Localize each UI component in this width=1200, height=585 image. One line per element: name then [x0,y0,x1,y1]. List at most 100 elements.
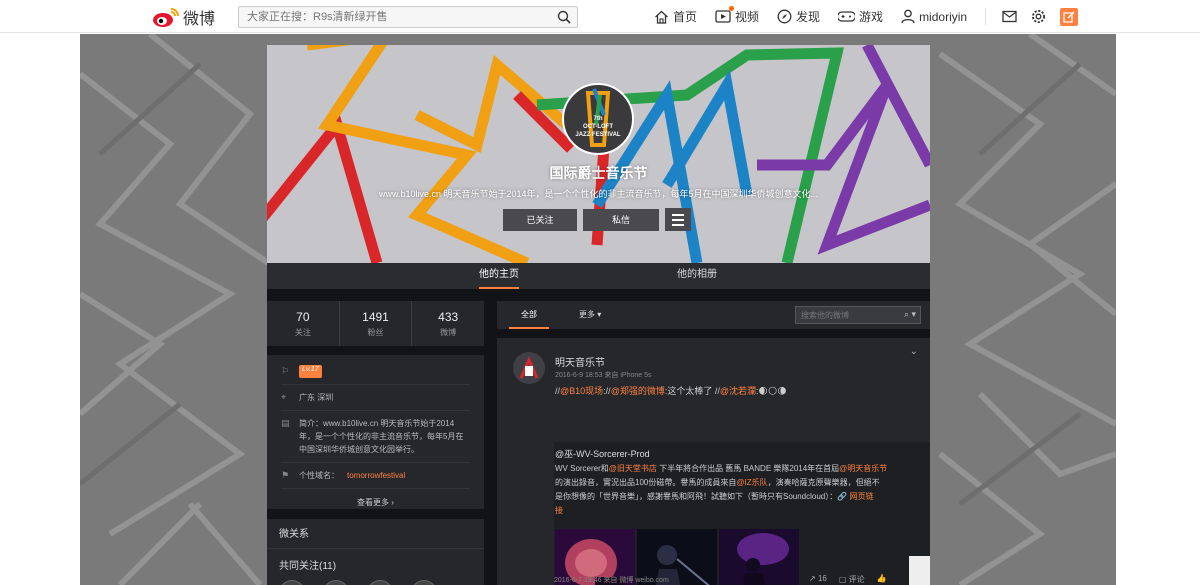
mention-link[interactable]: @IZ乐队 [736,478,767,487]
domain-label: 个性域名： [299,471,339,480]
compose-button[interactable] [1060,7,1079,26]
mention-link[interactable]: @沈若瀾 [720,386,756,396]
domain-link[interactable]: tomorrowfestival [347,469,405,482]
profile-avatar[interactable]: 7th OCT-LOFT JAZZ FESTIVAL [562,83,634,155]
repost-action[interactable]: ↗ 16 [809,574,827,585]
feed-tabs: 全部 更多 ▾ ⌕ ▾ [497,301,930,329]
info-panel: ⚐ Lv.17 ⌖ 广东 深圳 ▤ 简介：www.b10live.cn 明天音乐… [267,355,484,509]
video-icon [715,10,731,23]
nav-game[interactable]: 游戏 [838,8,883,25]
web-link[interactable]: 接 [555,506,563,515]
avatar[interactable] [367,580,393,585]
tab-all[interactable]: 全部 [509,301,549,329]
hamburger-icon [672,223,684,226]
post-meta: 2016-6-9 18:53 来自 iPhone 5s [555,372,652,379]
nav-home-label: 首页 [673,10,698,24]
chevron-down-icon[interactable]: ⌄ [910,346,918,357]
nav-discover[interactable]: 发现 [777,8,820,25]
top-nav: 微博 首页 视频 发现 游戏 midoriyin [0,0,1200,33]
logo-text: 微博 [183,9,216,28]
level-badge[interactable]: Lv.17 [299,365,322,378]
search-input[interactable] [239,7,539,27]
repost-footer: 2016-6-7 19:46 来自 微博 weibo.com [554,577,669,584]
messages-button[interactable] [1002,10,1017,23]
intro-label: 简介： [299,419,323,428]
comment-label: 评论 [848,575,865,584]
tab-albums[interactable]: 他的相册 [677,263,717,289]
weibo-logo[interactable]: 微博 [152,5,215,29]
search-icon[interactable]: ⌕ ▾ [904,309,916,320]
stat-following[interactable]: 70 关注 [267,301,340,346]
location-row: ⌖ 广东 深圳 [281,391,470,411]
feed-search-input[interactable] [796,307,896,324]
menu-button[interactable] [665,208,691,231]
post-actions: ↗ 16 ▢ 评论 👍 [809,574,887,585]
tab-home[interactable]: 他的主页 [479,263,519,289]
relations-panel: 微关系 共同关注(11) [267,519,484,585]
thumbs-up-icon: 👍 [876,574,887,583]
see-more-link[interactable]: 查看更多 › [281,495,470,508]
followed-button[interactable]: 已关注 [503,209,577,231]
notification-dot [729,6,735,11]
mail-icon [1002,10,1017,23]
feed-post: 明天音乐节 2016-6-9 18:53 来自 iPhone 5s ⌄ //@B… [497,338,930,585]
nav-user[interactable]: midoriyin [901,9,967,24]
like-action[interactable]: 👍 [877,574,887,585]
relations-title: 微关系 [279,529,309,540]
tag-icon: ⚑ [281,470,290,480]
avatar[interactable] [411,580,437,585]
divider [267,548,484,549]
profile-description: www.b10live.cn 明天音乐节始于2014年，是一个个性化的非主流音乐… [378,189,819,199]
domain-row: ⚑ 个性域名： tomorrowfestival [281,469,470,489]
intro-row: ▤ 简介：www.b10live.cn 明天音乐节始于2014年，是一个个性化的… [281,417,470,463]
hamburger-icon [672,218,684,221]
gamepad-icon [838,11,856,22]
comment-icon: ▢ [838,575,847,584]
mention-link[interactable]: @旧天堂书店 [609,464,657,473]
message-button[interactable]: 私信 [583,209,659,231]
nav-items: 首页 视频 发现 游戏 midoriyin [654,0,1079,33]
repost-author[interactable]: @巫-WV-Sorcerer-Prod [555,447,650,460]
nav-user-label: midoriyin [919,9,968,24]
tab-more[interactable]: 更多 ▾ [579,301,601,329]
mention-link[interactable]: @B10现场 [560,386,603,396]
hamburger-icon [672,213,684,216]
post-avatar[interactable] [513,352,545,384]
share-icon: ↗ [809,574,816,583]
avatar-text-line: 7th [593,116,603,122]
post-author[interactable]: 明天音乐节 [555,354,605,369]
nav-divider [985,8,987,25]
comment-action[interactable]: ▢ 评论 [839,574,865,585]
stat-label: 微博 [440,328,457,337]
search-box[interactable] [238,6,578,28]
level-row: ⚐ Lv.17 [281,365,470,385]
nav-home[interactable]: 首页 [654,8,697,25]
bookmark-icon: ⚐ [281,366,290,376]
common-follow-link[interactable]: 共同关注(11) [279,557,472,572]
home-icon [655,10,668,24]
feed-search[interactable]: ⌕ ▾ [795,306,921,324]
feed-column: 全部 更多 ▾ ⌕ ▾ 明天音乐节 2016-6-9 18:53 来自 iPho… [497,301,930,585]
nav-video-label: 视频 [735,10,760,24]
compass-icon [777,9,792,24]
stat-posts[interactable]: 433 微博 [412,301,484,346]
profile-tabs: 他的主页 他的相册 [267,263,930,289]
settings-button[interactable] [1031,9,1046,24]
mention-link[interactable]: @明天音乐节 [839,464,887,473]
side-widget[interactable] [909,556,930,585]
avatar-text-line: JAZZ FESTIVAL [575,132,621,138]
nav-video[interactable]: 视频 [715,6,760,25]
location-icon: ⌖ [281,392,287,402]
avatar[interactable] [323,580,349,585]
web-link[interactable]: 🔗 网页链 [837,492,873,501]
stat-label: 关注 [294,328,311,337]
text-part: 的演出錄音，實況出品100份磁帶。譽馬的成員來自 [555,478,737,487]
mention-link[interactable]: @郑强的微博 [611,386,665,396]
stat-fans[interactable]: 1491 粉丝 [340,301,413,346]
photo-thumbnail[interactable] [719,529,799,585]
avatar-festival-text: 7th OCT-LOFT JAZZ FESTIVAL [564,115,632,139]
stats-panel: 70 关注 1491 粉丝 433 微博 [267,301,484,346]
avatar[interactable] [279,580,305,585]
text-part: 是你想像的「世界音樂」，感謝譽馬和阿飛！試聽如下（暫時只有Soundcloud）… [555,492,838,501]
search-icon[interactable] [557,10,571,24]
